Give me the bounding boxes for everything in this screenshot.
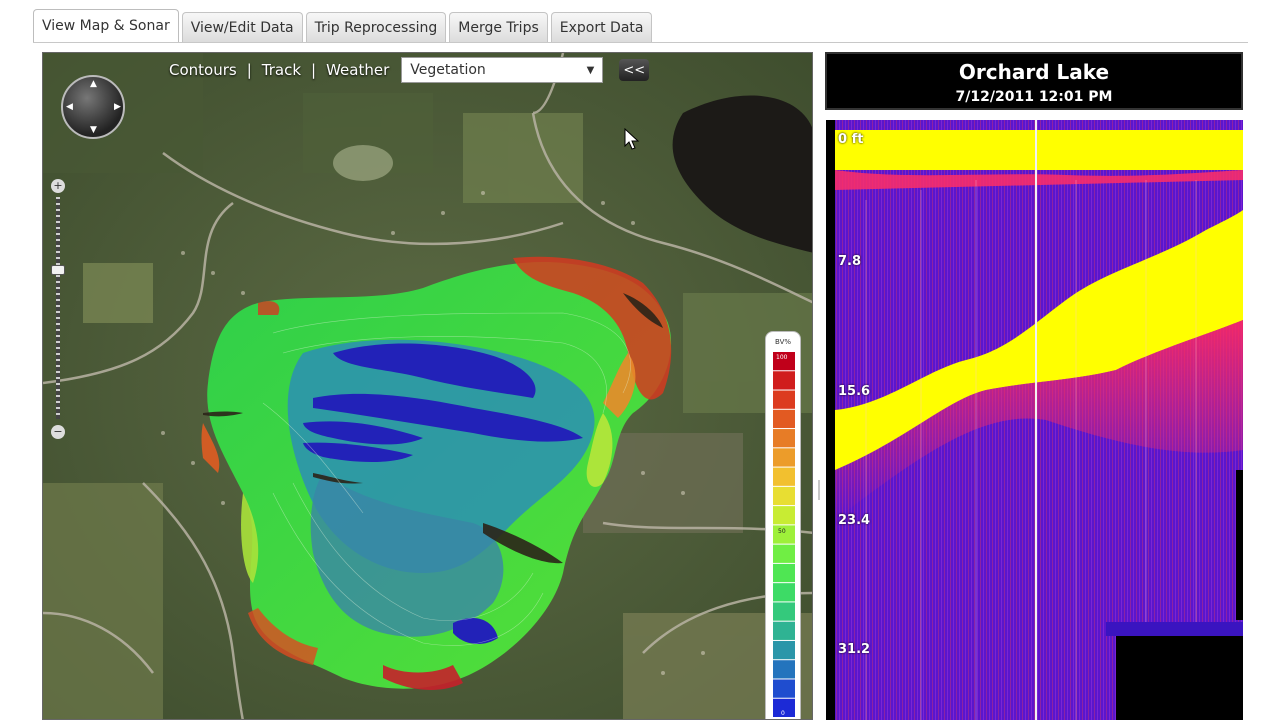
depth-label-15-6: 15.6	[838, 384, 871, 399]
legend-swatch	[773, 506, 795, 525]
panel-splitter[interactable]	[816, 480, 822, 500]
legend-bottom-label: 0	[781, 710, 785, 717]
legend-swatch	[773, 390, 795, 409]
pan-control-icon[interactable]: ▲ ▼ ◀ ▶	[61, 75, 125, 139]
depth-label-7-8: 7.8	[838, 254, 862, 269]
tab-merge-trips[interactable]: Merge Trips	[449, 12, 548, 42]
legend-swatch	[773, 640, 795, 660]
layer-select-value: Vegetation	[410, 62, 486, 78]
legend-swatch	[773, 371, 795, 390]
legend-mid-label: 50	[778, 528, 786, 535]
legend-swatch	[773, 621, 795, 640]
zoom-in-icon[interactable]: +	[51, 179, 65, 193]
legend-swatch	[773, 448, 795, 467]
layer-weather-link[interactable]: Weather	[320, 61, 395, 79]
map-view[interactable]: Contours | Track | Weather Vegetation ▼ …	[42, 52, 813, 720]
tab-bar: View Map & Sonar View/Edit Data Trip Rep…	[33, 9, 653, 42]
legend-top-label: 100	[776, 354, 788, 361]
zoom-thumb[interactable]	[51, 265, 65, 275]
legend-swatch	[773, 583, 795, 602]
sonar-chart[interactable]	[826, 120, 1243, 720]
layer-contours-link[interactable]: Contours	[163, 61, 243, 79]
legend-swatch	[773, 602, 795, 621]
collapse-panel-button[interactable]: <<	[619, 59, 650, 81]
legend-swatch	[773, 563, 795, 583]
zoom-slider[interactable]: + −	[51, 179, 65, 439]
legend-swatch	[773, 409, 795, 429]
sonar-header: Orchard Lake 7/12/2011 12:01 PM	[825, 52, 1243, 110]
tab-export-data[interactable]: Export Data	[550, 12, 653, 42]
sonar-playhead[interactable]	[1035, 120, 1037, 720]
tab-trip-reprocessing[interactable]: Trip Reprocessing	[305, 12, 447, 42]
lake-name-title: Orchard Lake	[958, 60, 1110, 84]
legend-color-scale	[773, 352, 795, 717]
satellite-map[interactable]	[43, 53, 813, 720]
tab-divider	[33, 42, 1248, 43]
legend-swatch	[773, 679, 795, 698]
layer-separator: |	[311, 61, 317, 79]
map-layer-bar: Contours | Track | Weather Vegetation ▼ …	[163, 57, 650, 83]
sonar-datetime: 7/12/2011 12:01 PM	[955, 89, 1113, 105]
tab-view-edit-data[interactable]: View/Edit Data	[181, 12, 303, 42]
depth-label-23-4: 23.4	[838, 513, 871, 528]
mouse-cursor-icon	[624, 128, 640, 150]
depth-label-31-2: 31.2	[838, 642, 871, 657]
vegetation-legend: BV% 100 50 0	[765, 331, 801, 719]
legend-swatch	[773, 429, 795, 448]
legend-swatch	[773, 467, 795, 486]
legend-swatch	[773, 660, 795, 679]
layer-track-link[interactable]: Track	[256, 61, 307, 79]
zoom-track[interactable]	[56, 197, 60, 419]
legend-swatch	[773, 486, 795, 506]
tab-view-map-sonar[interactable]: View Map & Sonar	[33, 9, 179, 42]
legend-swatch	[773, 544, 795, 563]
layer-overlay-select[interactable]: Vegetation ▼	[401, 57, 604, 83]
legend-title: BV%	[774, 338, 792, 346]
layer-separator: |	[246, 61, 252, 79]
chevron-down-icon: ▼	[586, 64, 595, 76]
zoom-out-icon[interactable]: −	[51, 425, 65, 439]
depth-label-0: 0 ft	[838, 132, 864, 147]
sonar-view[interactable]: 0 ft 7.8 15.6 23.4 31.2	[826, 120, 1243, 720]
